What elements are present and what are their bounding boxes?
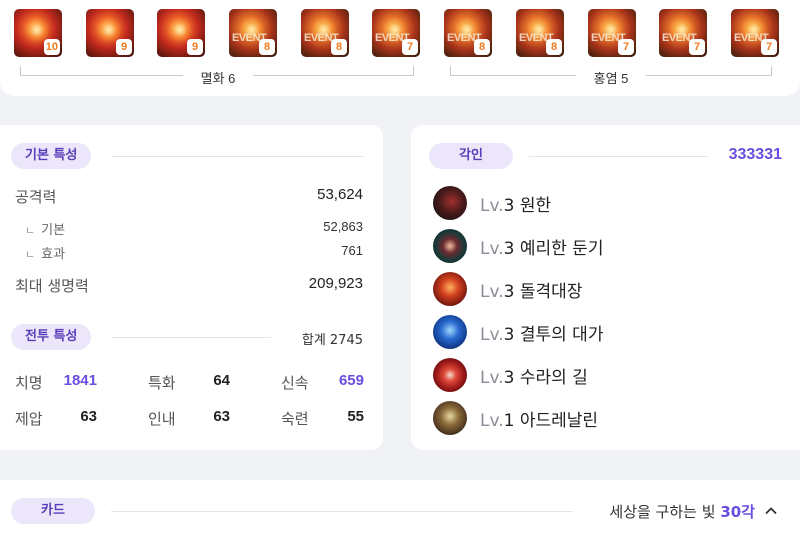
divider: [111, 156, 364, 157]
engraving-item[interactable]: Lv.3 원한: [480, 191, 551, 216]
card-set-panel[interactable]: 카드 세상을 구하는 빛 30각: [0, 480, 800, 535]
engraving-card: 각인 333331 Lv.3 원한 Lv.3 예리한 둔기 Lv.3 돌격대장 …: [411, 125, 800, 450]
engraving-lv-prefix: Lv.: [480, 239, 504, 259]
base-label: ㄴ 기본: [25, 219, 65, 238]
engraving-item[interactable]: Lv.3 돌격대장: [480, 277, 582, 302]
engraving-lv-prefix: Lv.: [480, 282, 504, 302]
engraving-level: 3: [503, 239, 515, 259]
engraving-level: 3: [503, 196, 515, 216]
engraving-title: 각인: [429, 143, 513, 169]
stats-card: 기본 특성 공격력 53,624 ㄴ 기본 52,863 ㄴ 효과 761 최대 생…: [0, 125, 383, 450]
gem-slot[interactable]: 9: [86, 9, 134, 57]
gem-level-badge: 7: [689, 39, 705, 55]
engraving-item[interactable]: Lv.3 예리한 둔기: [480, 234, 603, 259]
engraving-total: 333331: [728, 146, 782, 163]
card-set-awaken: 30각: [720, 503, 755, 521]
gem-slot[interactable]: EVENT 8: [229, 9, 277, 57]
exp-label: 숙련: [281, 410, 309, 428]
gem-level-badge: 7: [618, 39, 634, 55]
hp-value: 209,923: [308, 275, 363, 292]
engraving-name: 원한: [519, 196, 552, 216]
gem-slot[interactable]: EVENT 7: [588, 9, 636, 57]
engraving-level: 3: [503, 325, 515, 345]
gem-slot[interactable]: EVENT 8: [301, 9, 349, 57]
gem-group-label-left: 멸화 6: [183, 68, 253, 87]
divider: [111, 337, 271, 338]
engraving-level: 1: [503, 411, 515, 431]
divider: [111, 511, 573, 512]
gem-level-badge: 8: [546, 39, 562, 55]
hp-label: 최대 생명력: [15, 277, 89, 295]
attack-label: 공격력: [15, 188, 57, 206]
gem-level-badge: 8: [331, 39, 347, 55]
engraving-item[interactable]: Lv.3 결투의 대가: [480, 320, 603, 345]
basic-stats-title: 기본 특성: [11, 143, 92, 169]
combat-stats-title: 전투 특성: [11, 324, 92, 350]
engraving-lv-prefix: Lv.: [480, 368, 504, 388]
gem-level-badge: 9: [116, 39, 132, 55]
engraving-level: 3: [503, 282, 515, 302]
effect-label: ㄴ 효과: [25, 243, 65, 262]
engraving-lv-prefix: Lv.: [480, 325, 504, 345]
gem-slot[interactable]: 10: [14, 9, 62, 57]
swift-value: 659: [338, 372, 364, 389]
gem-level-badge: 8: [474, 39, 490, 55]
gem-slot[interactable]: EVENT 7: [731, 9, 779, 57]
attack-value: 53,624: [317, 186, 363, 203]
engraving-icon-raid-captain: [433, 272, 467, 306]
gem-slot[interactable]: EVENT 8: [516, 9, 564, 57]
base-value: 52,863: [323, 219, 363, 234]
engraving-level: 3: [503, 368, 515, 388]
gem-slot[interactable]: EVENT 7: [372, 9, 420, 57]
engraving-lv-prefix: Lv.: [480, 411, 504, 431]
exp-value: 55: [347, 408, 364, 425]
gem-level-badge: 8: [259, 39, 275, 55]
engraving-name: 수라의 길: [519, 368, 588, 388]
swift-label: 신속: [281, 374, 309, 392]
gem-slot[interactable]: 9: [157, 9, 205, 57]
card-set-summary: 세상을 구하는 빛 30각: [609, 501, 755, 522]
engraving-item[interactable]: Lv.1 아드레날린: [480, 406, 598, 431]
gem-slot[interactable]: EVENT 8: [444, 9, 492, 57]
engraving-icon-adrenaline: [433, 401, 467, 435]
crit-label: 치명: [15, 374, 43, 392]
effect-label-text: 효과: [41, 247, 66, 262]
gem-level-badge: 10: [43, 39, 60, 55]
chevron-up-icon[interactable]: [765, 505, 777, 517]
engraving-name: 돌격대장: [519, 282, 583, 302]
combat-total: 합계 2745: [301, 333, 363, 348]
gem-level-badge: 7: [761, 39, 777, 55]
gem-level-badge: 7: [402, 39, 418, 55]
engraving-name: 아드레날린: [519, 411, 599, 431]
gem-group-label-right: 홍염 5: [576, 68, 646, 87]
card-set-title: 카드: [11, 498, 95, 524]
engraving-lv-prefix: Lv.: [480, 196, 504, 216]
effect-value: 761: [341, 243, 363, 258]
gem-slot[interactable]: EVENT 7: [659, 9, 707, 57]
gem-panel: 10 9 9 EVENT 8 EVENT 8 EVENT 7 EVENT 8 E…: [0, 0, 800, 96]
engraving-icon-keen-blunt: [433, 229, 467, 263]
crit-value: 1841: [63, 372, 97, 389]
engraving-item[interactable]: Lv.3 수라의 길: [480, 363, 588, 388]
dom-value: 63: [80, 408, 97, 425]
sub-marker: ㄴ: [25, 224, 36, 237]
base-label-text: 기본: [41, 223, 66, 238]
engraving-icon-master-brawler: [433, 315, 467, 349]
card-set-name: 세상을 구하는 빛: [609, 503, 716, 521]
engraving-name: 결투의 대가: [519, 325, 604, 345]
spec-label: 특화: [148, 374, 176, 392]
spec-value: 64: [213, 372, 230, 389]
sub-marker: ㄴ: [25, 248, 36, 261]
engraving-icon-grudge: [433, 186, 467, 220]
end-label: 인내: [148, 410, 176, 428]
end-value: 63: [213, 408, 230, 425]
gem-level-badge: 9: [187, 39, 203, 55]
dom-label: 제압: [15, 410, 43, 428]
engraving-name: 예리한 둔기: [519, 239, 604, 259]
divider: [529, 156, 707, 157]
engraving-icon-asura-path: [433, 358, 467, 392]
